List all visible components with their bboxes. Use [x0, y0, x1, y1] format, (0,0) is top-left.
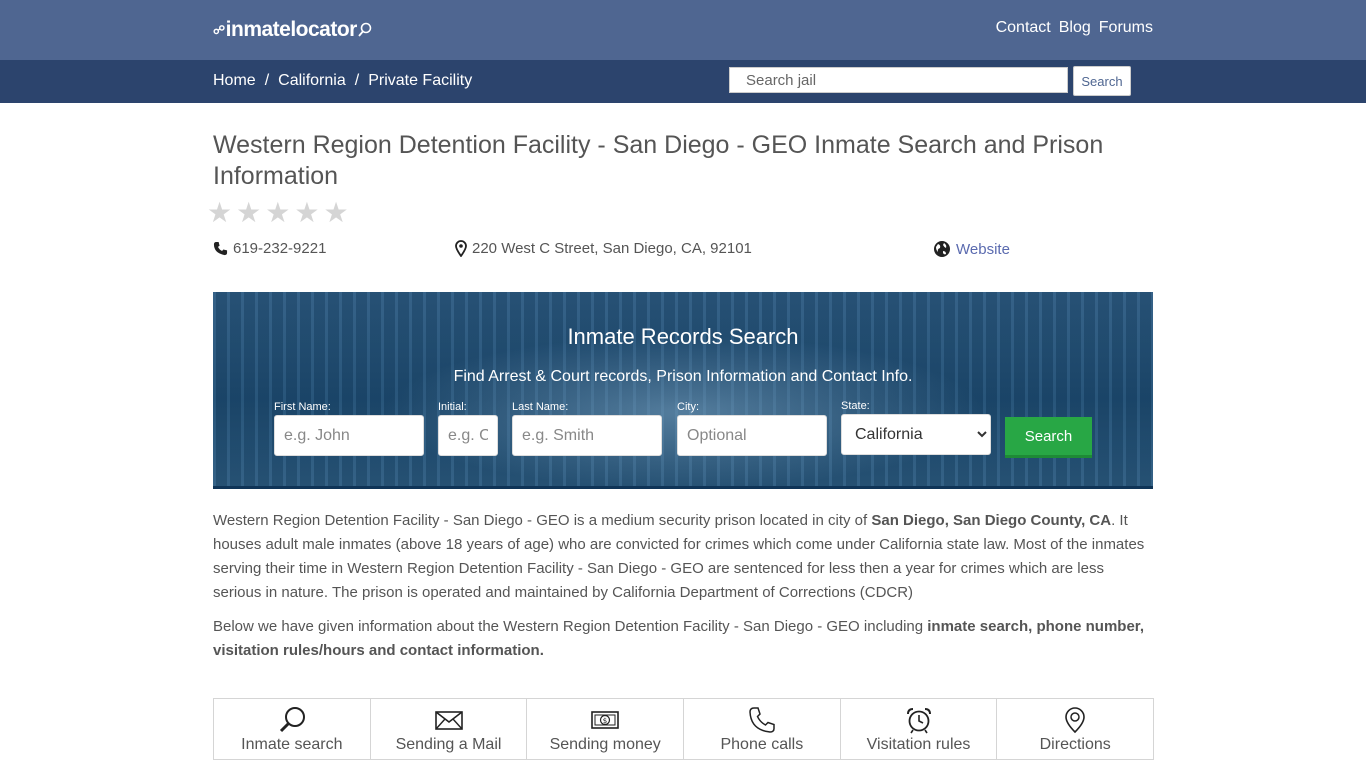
last-name-group: Last Name:	[512, 401, 662, 456]
star-icon[interactable]: ★	[265, 196, 290, 229]
records-search-title: Inmate Records Search	[567, 324, 799, 349]
city-label: City:	[677, 401, 699, 413]
location-pin-icon	[455, 240, 467, 257]
phone-number: 619-232-9221	[233, 240, 327, 257]
facility-description: Western Region Detention Facility - San …	[213, 509, 1153, 605]
address-text: 220 West C Street, San Diego, CA, 92101	[472, 240, 752, 257]
svg-text:$: $	[603, 717, 607, 725]
top-header: ☍ inmatelocator Contact Blog Forums	[0, 0, 1366, 60]
first-name-group: First Name:	[274, 401, 424, 456]
star-rating[interactable]: ★ ★ ★ ★ ★	[207, 196, 349, 229]
globe-icon	[934, 241, 950, 257]
service-tiles: Inmate search Sending a Mail $ Sending m…	[213, 698, 1155, 760]
tile-directions[interactable]: Directions	[996, 698, 1155, 760]
breadcrumb-bar: Home / California / Private Facility	[0, 60, 1366, 103]
magnifier-icon	[279, 707, 305, 733]
phone-icon	[749, 707, 775, 733]
state-select[interactable]: California	[841, 414, 991, 455]
site-logo[interactable]: ☍ inmatelocator	[213, 18, 372, 42]
nav-contact[interactable]: Contact	[996, 19, 1051, 37]
initial-group: Initial:	[438, 401, 498, 456]
logo-text: inmatelocator	[225, 18, 358, 41]
tile-label: Sending money	[549, 736, 661, 753]
tile-label: Inmate search	[241, 736, 343, 753]
state-group: State: California	[841, 400, 991, 455]
facility-intro: Below we have given information about th…	[213, 615, 1153, 663]
records-search-button[interactable]: Search	[1005, 417, 1092, 458]
nav-blog[interactable]: Blog	[1059, 19, 1091, 37]
breadcrumb-private-facility[interactable]: Private Facility	[368, 72, 472, 90]
jail-search-input[interactable]	[729, 67, 1068, 93]
tile-label: Sending a Mail	[395, 736, 502, 753]
star-icon[interactable]: ★	[236, 196, 261, 229]
description-location: San Diego, San Diego County, CA	[871, 512, 1112, 529]
breadcrumb-separator: /	[264, 72, 270, 89]
first-name-input[interactable]	[274, 415, 424, 456]
tile-sending-mail[interactable]: Sending a Mail	[369, 698, 528, 760]
city-group: City:	[677, 401, 827, 456]
facility-phone: 619-232-9221	[213, 240, 326, 257]
alarm-clock-icon	[906, 708, 931, 734]
envelope-icon	[434, 711, 463, 730]
breadcrumb-california[interactable]: California	[278, 72, 346, 90]
tile-phone-calls[interactable]: Phone calls	[683, 698, 841, 760]
description-text: Western Region Detention Facility - San …	[213, 512, 872, 529]
facility-address: 220 West C Street, San Diego, CA, 92101	[455, 240, 752, 257]
handcuff-icon: ☍	[213, 23, 225, 37]
breadcrumb-separator: /	[354, 72, 360, 89]
last-name-input[interactable]	[512, 415, 662, 456]
banknote-icon: $	[591, 711, 619, 729]
tile-visitation-rules[interactable]: Visitation rules	[839, 698, 998, 760]
breadcrumb-home[interactable]: Home	[213, 72, 256, 90]
logo-magnifier-icon	[358, 22, 372, 37]
jail-search-button[interactable]: Search	[1073, 66, 1131, 96]
breadcrumb: Home / California / Private Facility	[213, 72, 472, 90]
star-icon[interactable]: ★	[294, 196, 319, 229]
tile-label: Visitation rules	[866, 736, 971, 753]
map-pin-icon	[1065, 707, 1085, 734]
inmate-records-search-panel: Inmate Records Search Find Arrest & Cour…	[213, 292, 1153, 489]
nav-forums[interactable]: Forums	[1099, 19, 1153, 37]
top-nav: Contact Blog Forums	[996, 19, 1153, 37]
city-input[interactable]	[677, 415, 827, 456]
last-name-label: Last Name:	[512, 401, 569, 413]
star-icon[interactable]: ★	[207, 196, 232, 229]
tile-label: Phone calls	[720, 736, 804, 753]
tile-sending-money[interactable]: $ Sending money	[526, 698, 685, 760]
tile-label: Directions	[1039, 736, 1111, 753]
star-icon[interactable]: ★	[323, 196, 348, 229]
intro-text: Below we have given information about th…	[213, 618, 928, 635]
website-link[interactable]: Website	[956, 241, 1010, 258]
facility-website: Website	[933, 240, 1010, 258]
page-title: Western Region Detention Facility - San …	[213, 131, 1104, 190]
state-label: State:	[841, 400, 870, 412]
initial-input[interactable]	[438, 415, 498, 456]
tile-inmate-search[interactable]: Inmate search	[213, 698, 371, 760]
phone-icon	[213, 241, 228, 256]
first-name-label: First Name:	[274, 401, 331, 413]
records-search-subtitle: Find Arrest & Court records, Prison Info…	[453, 368, 913, 385]
initial-label: Initial:	[438, 401, 467, 413]
